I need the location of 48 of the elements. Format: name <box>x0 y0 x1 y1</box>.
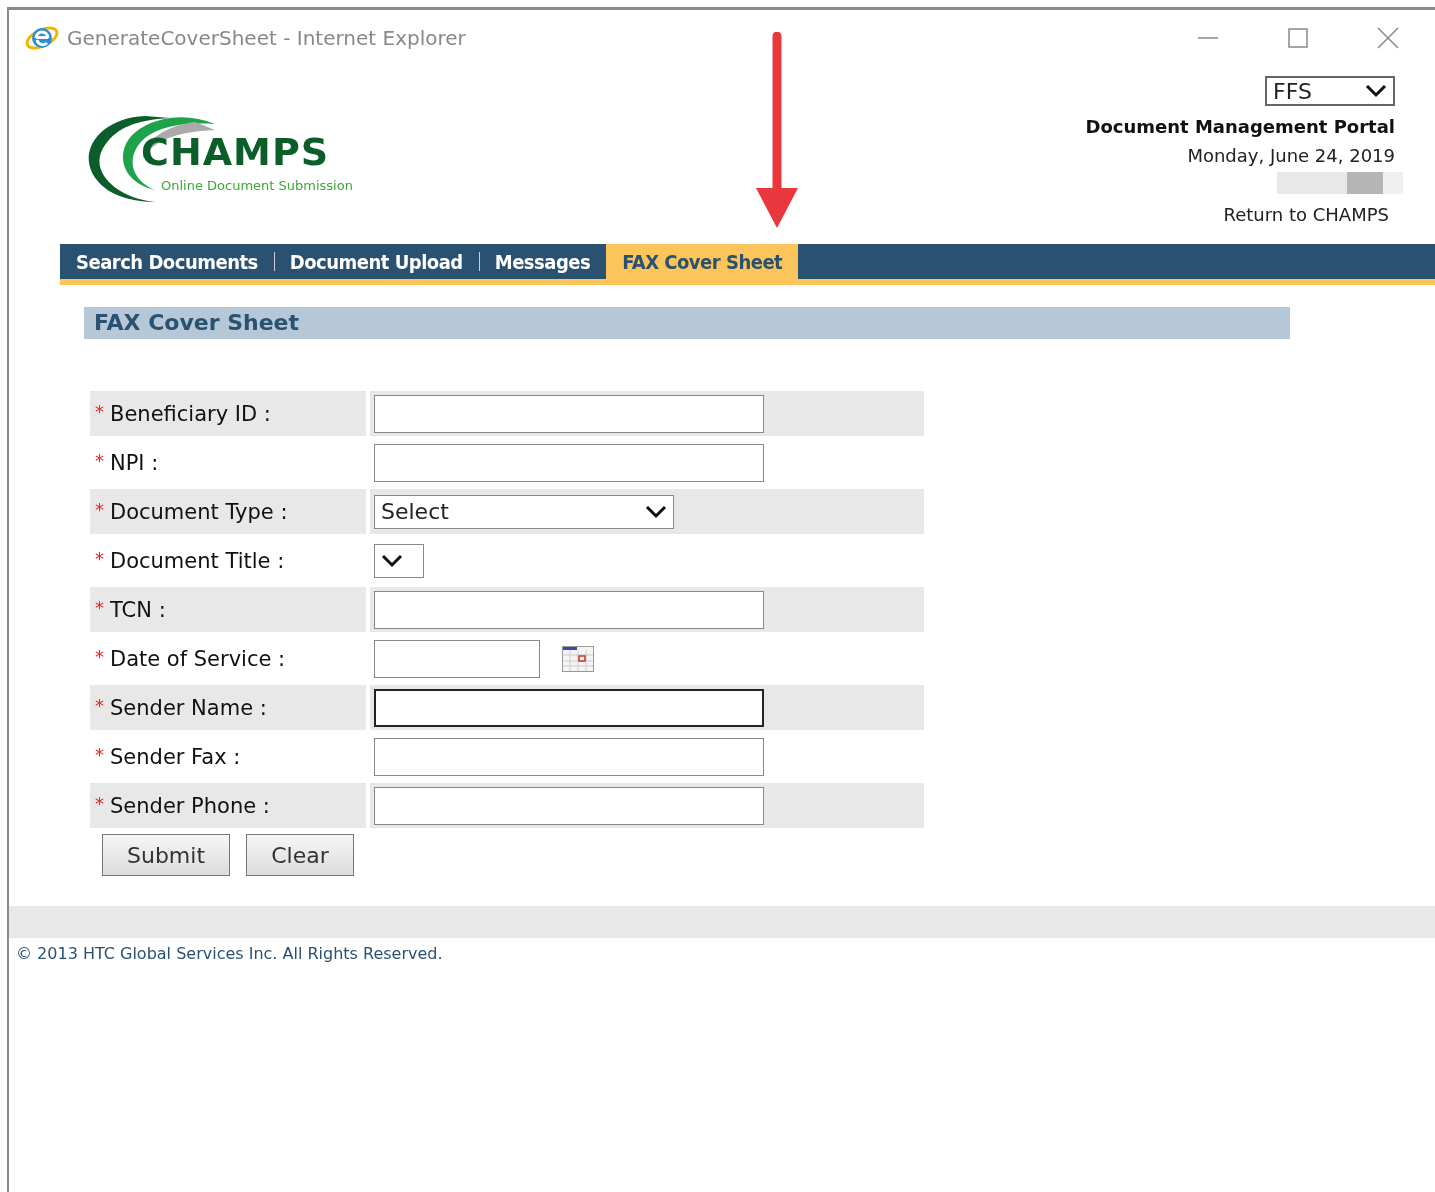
field-label: Document Type : <box>110 499 288 524</box>
close-icon[interactable] <box>1377 27 1399 49</box>
required-mark: * <box>95 695 104 716</box>
field-label: Document Title : <box>110 548 285 573</box>
input-field[interactable] <box>374 443 764 482</box>
form-button[interactable]: Submit <box>102 834 230 876</box>
window-title: GenerateCoverSheet - Internet Explorer <box>67 26 466 50</box>
input-field[interactable] <box>374 590 764 629</box>
date-text: Monday, June 24, 2019 <box>1187 145 1395 166</box>
section-header: FAX Cover Sheet <box>84 307 1290 339</box>
nav-tab[interactable]: Search Documents <box>60 244 274 279</box>
field-label: Sender Phone : <box>110 793 270 818</box>
program-select[interactable]: FFS <box>1265 76 1395 106</box>
nav-tab[interactable]: Messages <box>478 244 607 279</box>
field-label: Sender Fax : <box>110 744 241 769</box>
nav-tab[interactable]: Document Upload <box>273 244 479 279</box>
nav-tab[interactable]: FAX Cover Sheet <box>606 244 799 279</box>
field-label: TCN : <box>110 597 166 622</box>
input-field[interactable] <box>374 688 764 727</box>
required-mark: * <box>95 450 104 471</box>
return-link[interactable]: Return to CHAMPS <box>1223 204 1389 225</box>
required-mark: * <box>95 744 104 765</box>
required-mark: * <box>95 793 104 814</box>
required-mark: * <box>95 646 104 667</box>
chevron-icon <box>645 504 667 519</box>
portal-title: Document Management Portal <box>1085 116 1395 137</box>
calendar-icon[interactable] <box>562 645 594 672</box>
required-mark: * <box>95 597 104 618</box>
input-field[interactable] <box>374 737 764 776</box>
chevron-icon <box>1365 84 1387 98</box>
form-button[interactable]: Clear <box>246 834 354 876</box>
input-field[interactable] <box>374 786 764 825</box>
field-label: Date of Service : <box>110 646 286 671</box>
select-field[interactable] <box>374 543 424 578</box>
required-mark: * <box>95 548 104 569</box>
required-mark: * <box>95 499 104 520</box>
logo-subtitle: Online Document Submission <box>161 178 353 193</box>
copyright-text: © 2013 HTC Global Services Inc. All Rights Reserved. <box>16 944 444 963</box>
date-field[interactable] <box>374 639 540 678</box>
logo-title: CHAMPS <box>141 130 330 174</box>
input-field[interactable] <box>374 394 764 433</box>
field-label: Sender Name : <box>110 695 267 720</box>
field-label: Beneficiary ID : <box>110 401 271 426</box>
maximize-icon[interactable] <box>1287 27 1309 49</box>
field-label: NPI : <box>110 450 159 475</box>
chevron-icon <box>381 553 403 568</box>
select-field[interactable]: Select <box>374 494 674 529</box>
required-mark: * <box>95 401 104 422</box>
